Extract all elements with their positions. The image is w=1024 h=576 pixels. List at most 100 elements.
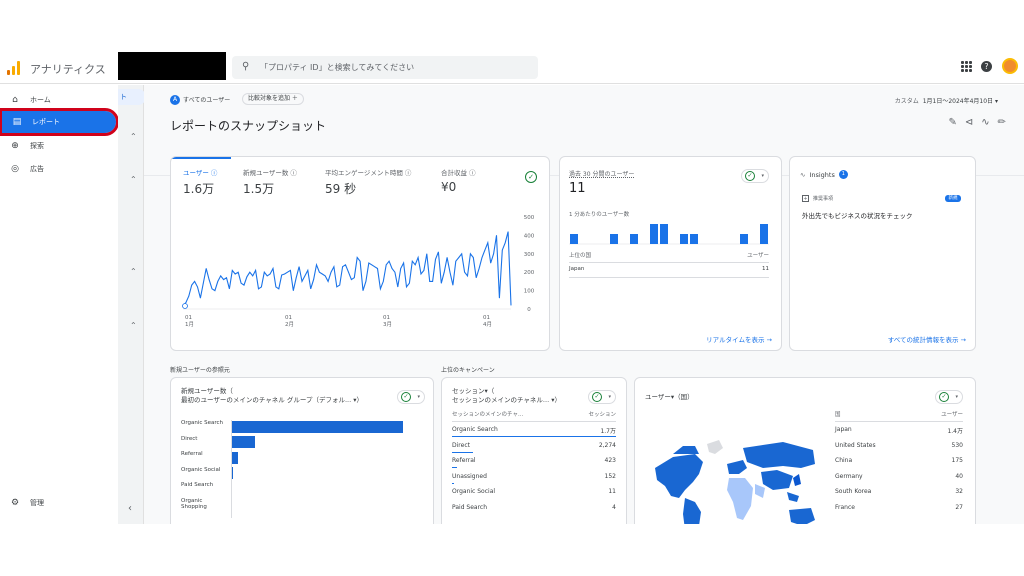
bar-label: Paid Search xyxy=(181,482,214,488)
data-point xyxy=(191,284,193,286)
insight-text[interactable]: 外出先でもビジネスの状況をチェック xyxy=(802,210,913,220)
all-users-label: すべてのユーザー xyxy=(183,97,231,104)
y-tick-label: 400 xyxy=(524,233,535,239)
page-title: レポートのスナップショット xyxy=(170,119,327,133)
users-line-chart: 5004003002001000011月012月013月014月 xyxy=(182,215,535,328)
data-point xyxy=(449,271,451,273)
minute-bar xyxy=(740,234,748,244)
row-value: 152 xyxy=(604,472,616,480)
data-point xyxy=(426,253,428,255)
card-title[interactable]: ユーザー▾（国） xyxy=(645,391,694,401)
subnav-selected-item[interactable]: ト xyxy=(118,89,146,105)
table-row: Organic Social 11 xyxy=(452,488,616,500)
chevron-up-icon[interactable]: ⌃ xyxy=(130,132,137,141)
dimension-dropdown[interactable]: 最初のユーザーのメインのチャネル グループ（デフォル... ▾） xyxy=(181,396,363,405)
nav-item-reports[interactable]: ▤ レポート xyxy=(0,108,119,136)
channel-bar[interactable] xyxy=(231,436,256,448)
dimension-dropdown[interactable]: セッションのメインのチャネル... ▾） xyxy=(452,396,561,405)
x-tick-day: 01 xyxy=(185,315,192,321)
metric-users[interactable]: ユーザー ⓘ 1.6万 xyxy=(183,167,217,197)
data-point xyxy=(261,286,262,288)
data-point xyxy=(432,281,433,282)
nav-item-label: 探索 xyxy=(30,142,44,150)
data-point xyxy=(226,277,227,279)
row-label: South Korea xyxy=(835,488,872,495)
redacted-account-selector[interactable] xyxy=(118,52,226,80)
table-row: Germany 40 xyxy=(835,473,963,485)
chevron-down-icon: ▾ xyxy=(761,173,764,179)
analytics-logo-icon xyxy=(7,61,21,75)
column-header: セッション xyxy=(588,412,616,418)
chevron-up-icon[interactable]: ⌃ xyxy=(130,321,137,330)
nav-item-advertising[interactable]: ◎ 広告 xyxy=(0,158,118,180)
data-point xyxy=(200,297,201,299)
chevron-up-icon[interactable]: ⌃ xyxy=(130,175,137,184)
date-range-selector[interactable]: カスタム 1月1日～2024年4月10日 ▾ xyxy=(895,96,998,105)
metric-revenue[interactable]: 合計収益 ⓘ ¥0 xyxy=(441,167,476,194)
add-comparison-button[interactable]: 比較対象を追加 ＋ xyxy=(242,93,304,105)
nav-item-explore[interactable]: ⊕ 探索 xyxy=(0,135,118,157)
row-value: 175 xyxy=(951,457,963,464)
data-point xyxy=(510,304,512,306)
data-point xyxy=(324,275,326,277)
data-point xyxy=(406,286,407,288)
data-point xyxy=(501,249,503,251)
metric-label: 新規ユーザー数 ⓘ xyxy=(243,169,297,177)
customize-report-icon[interactable]: ✎ xyxy=(948,117,956,128)
realtime-check-dropdown[interactable]: ✓ ▾ xyxy=(741,169,769,183)
countries-check-dropdown[interactable]: ✓ ▾ xyxy=(935,390,963,404)
data-point xyxy=(336,286,338,288)
analytics-window: アナリティクス ⚲ 「プロパティ ID」と検索してみてください ? ⌂ ホーム … xyxy=(0,52,1024,524)
row-label: United States xyxy=(835,441,876,449)
data-point xyxy=(359,260,361,262)
nav-item-admin[interactable]: ⚙ 管理 xyxy=(0,492,118,514)
all-users-chip[interactable]: A すべてのユーザー xyxy=(170,93,230,106)
channel-bar[interactable] xyxy=(231,451,238,464)
data-point xyxy=(185,302,187,303)
data-point xyxy=(202,282,204,284)
nav-item-home[interactable]: ⌂ ホーム xyxy=(0,89,118,111)
recommendation-icon: + xyxy=(802,195,809,202)
advertising-icon: ◎ xyxy=(11,164,19,174)
data-point xyxy=(353,277,355,279)
search-input[interactable]: ⚲ 「プロパティ ID」と検索してみてください xyxy=(232,56,538,79)
check-circle-icon[interactable]: ✓ xyxy=(525,171,537,183)
metric-engagement-time[interactable]: 平均エンゲージメント時間 ⓘ 59 秒 xyxy=(325,167,411,197)
view-realtime-link[interactable]: リアルタイムを表示 → xyxy=(706,334,772,344)
campaigns-card: セッション▾（ セッションのメインのチャネル... ▾） ✓ ▾ セッションのメイ… xyxy=(441,377,627,524)
view-all-insights-link[interactable]: すべての統計情報を表示 → xyxy=(888,334,966,344)
avatar[interactable] xyxy=(1002,58,1018,74)
row-label: Unassigned xyxy=(452,472,487,480)
chevron-up-icon[interactable]: ⌃ xyxy=(130,267,137,276)
data-point xyxy=(263,271,265,273)
recommendation-label: 推奨事項 xyxy=(813,196,834,202)
data-point xyxy=(284,273,285,275)
table-header: セッションのメインのチャ... セッション xyxy=(452,410,616,422)
data-point xyxy=(321,273,323,275)
data-point xyxy=(409,282,410,284)
collapse-chevron-left-icon[interactable]: ‹ xyxy=(128,503,132,514)
data-point xyxy=(484,249,486,251)
share-icon[interactable]: ⊲ xyxy=(965,117,973,128)
new-users-check-dropdown[interactable]: ✓ ▾ xyxy=(397,390,425,404)
metric-new-users[interactable]: 新規ユーザー数 ⓘ 1.5万 xyxy=(243,167,297,197)
data-point xyxy=(391,268,393,269)
card-title[interactable]: セッション▾（ xyxy=(452,387,561,396)
row-value: 423 xyxy=(604,457,616,464)
realtime-title: 過去 30 分間のユーザー xyxy=(569,171,635,178)
campaigns-check-dropdown[interactable]: ✓ ▾ xyxy=(588,390,616,404)
bar-label: Organic Shopping xyxy=(181,497,207,511)
data-point xyxy=(487,242,489,244)
insights-icon[interactable]: ∿ xyxy=(981,117,989,128)
help-icon[interactable]: ? xyxy=(981,60,992,72)
apps-grid-icon[interactable] xyxy=(961,61,972,72)
segment-icon: A xyxy=(170,94,180,105)
data-point xyxy=(507,231,509,233)
nav-item-label: 広告 xyxy=(30,165,44,173)
data-point xyxy=(255,270,256,271)
edit-icon[interactable]: ✏ xyxy=(998,117,1006,128)
channel-bar[interactable] xyxy=(231,420,403,433)
data-point xyxy=(420,273,422,275)
minute-bar xyxy=(660,224,668,244)
x-tick-day: 01 xyxy=(383,315,390,321)
